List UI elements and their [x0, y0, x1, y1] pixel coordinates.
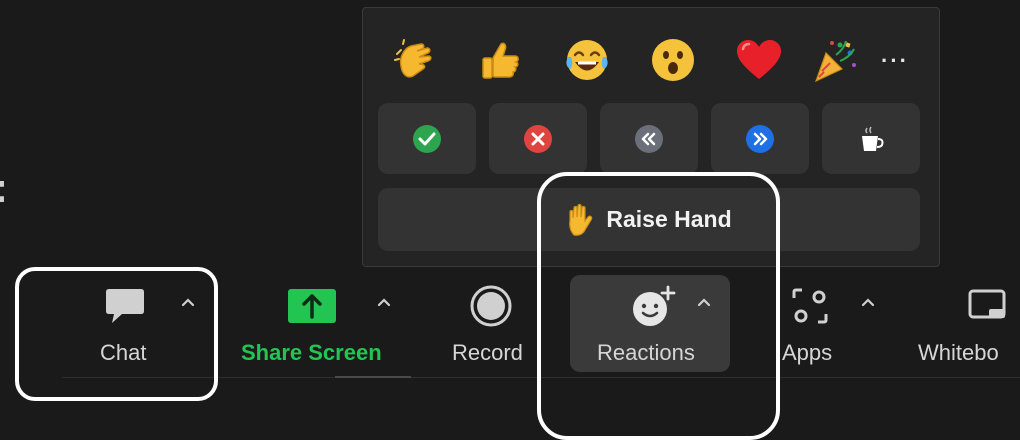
- coffee-icon: [862, 126, 884, 151]
- share-underline: [335, 376, 411, 378]
- share-screen-label: Share Screen: [241, 340, 382, 365]
- apps-label: Apps: [782, 340, 833, 365]
- coffee-break-button[interactable]: [822, 103, 920, 174]
- share-screen-button[interactable]: Share Screen: [240, 282, 400, 372]
- more-reactions-button[interactable]: ···: [870, 46, 920, 76]
- apps-button[interactable]: Apps: [780, 282, 890, 372]
- share-arrow-icon: [287, 286, 337, 326]
- apps-icon: [788, 286, 832, 326]
- share-caret-icon[interactable]: [376, 296, 392, 308]
- yes-icon: [413, 124, 441, 153]
- emoji-reaction-row: ···: [385, 30, 921, 90]
- party-popper-icon[interactable]: [805, 30, 865, 90]
- tears-of-joy-icon[interactable]: [557, 30, 617, 90]
- apps-caret-icon[interactable]: [860, 296, 876, 308]
- reactions-highlight-outline: [537, 172, 780, 440]
- surprised-face-icon[interactable]: [643, 30, 703, 90]
- no-button[interactable]: [489, 103, 587, 174]
- record-button[interactable]: Record: [445, 282, 545, 372]
- whiteboard-icon: [966, 286, 1010, 326]
- no-icon: [524, 124, 552, 153]
- whiteboard-label: Whitebo: [918, 340, 999, 365]
- go-faster-button[interactable]: [711, 103, 809, 174]
- partial-colon-glyph: :: [0, 164, 8, 212]
- slower-icon: [635, 124, 663, 153]
- record-icon: [467, 285, 515, 327]
- go-slower-button[interactable]: [600, 103, 698, 174]
- whiteboards-button[interactable]: Whitebo: [916, 282, 1020, 372]
- clapping-hands-icon[interactable]: [385, 30, 445, 90]
- faster-icon: [746, 124, 774, 153]
- thumbs-up-icon[interactable]: [471, 30, 531, 90]
- record-label: Record: [452, 340, 523, 365]
- yes-button[interactable]: [378, 103, 476, 174]
- chat-highlight-outline: [15, 267, 218, 401]
- heart-icon[interactable]: [729, 30, 789, 90]
